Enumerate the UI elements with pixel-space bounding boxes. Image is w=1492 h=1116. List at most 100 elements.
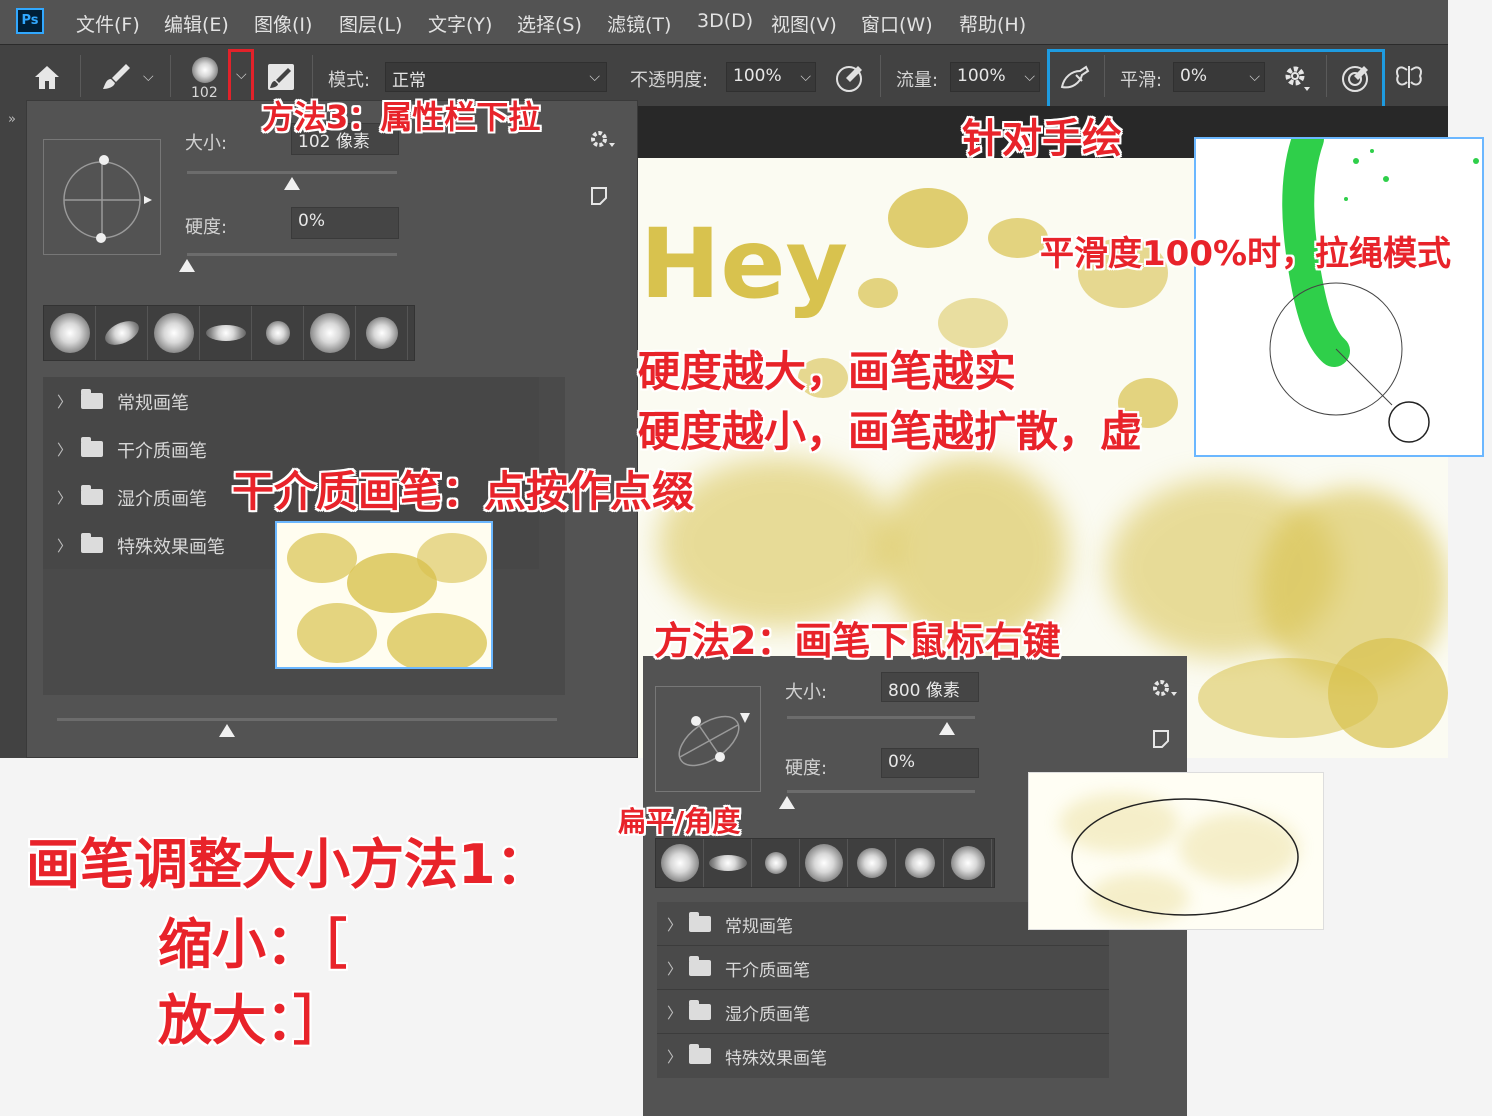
brush-tip[interactable] [304,306,356,360]
chevron-right-icon: 〉 [667,1048,683,1066]
menu-select[interactable]: 选择(S) [517,10,582,37]
new-preset-icon[interactable] [1151,728,1173,750]
brush-settings-icon[interactable] [266,62,298,92]
folder-icon [689,956,711,976]
hardness-label: 硬度: [785,758,828,779]
chevron-right-icon: 〉 [57,537,73,555]
brush-preview[interactable] [192,57,218,83]
folder-icon [689,1044,711,1064]
hardness-slider-thumb[interactable] [779,796,795,809]
size-slider[interactable] [787,716,975,719]
folder-row[interactable]: 〉 干介质画笔 [657,946,1109,990]
folder-icon [81,533,103,553]
hardness-input[interactable]: 0% [881,748,979,778]
size-input[interactable]: 800 像素 [881,672,979,702]
smoothing-label: 平滑: [1120,70,1163,91]
brush-tip[interactable] [96,306,148,360]
folder-label: 干介质画笔 [725,961,810,981]
hardness-slider-thumb[interactable] [179,259,195,272]
size-slider[interactable] [187,171,397,174]
gear-icon[interactable] [589,129,617,151]
size-slider-thumb[interactable] [284,177,300,190]
brush-tip[interactable] [752,839,800,887]
hardness-slider[interactable] [787,790,975,793]
brush-tip[interactable] [252,306,304,360]
symmetry-icon[interactable] [1393,62,1427,92]
brush-angle-widget[interactable] [43,139,161,255]
menu-window[interactable]: 窗口(W) [861,10,933,37]
chevron-right-icon: 〉 [667,960,683,978]
preview-size-slider[interactable] [57,718,557,721]
annotation-handdraw: 针对手绘 [962,116,1122,162]
brush-preset-dropdown[interactable]: ⌵ [228,49,254,105]
folder-row[interactable]: 〉 湿介质画笔 [657,990,1109,1034]
brush-tip[interactable] [704,839,752,887]
chevron-right-icon: 〉 [667,1004,683,1022]
brush-tip[interactable] [944,839,992,887]
mode-select[interactable]: 正常 ⌵ [385,62,607,92]
airbrush-icon[interactable] [1058,63,1092,93]
folder-icon [689,912,711,932]
menu-type[interactable]: 文字(Y) [428,10,492,37]
opacity-label: 不透明度: [630,70,709,91]
menu-image[interactable]: 图像(I) [254,10,312,37]
brush-tip[interactable] [356,306,408,360]
annotation-dry-media: 干介质画笔：点按作点缀 [232,467,695,516]
dry-media-preview [275,521,493,669]
new-preset-icon[interactable] [589,185,611,207]
brush-tip[interactable] [44,306,96,360]
folder-row[interactable]: 〉 常规画笔 [43,377,539,425]
chevron-down-icon: ⌵ [1024,69,1035,85]
ellipse-brush-outline [1071,798,1299,916]
annotation-hardness-1: 硬度越大，画笔越实 [638,347,1017,396]
chevron-right-icon: 〉 [57,393,73,411]
opacity-input[interactable]: 100% ⌵ [726,62,816,92]
gear-icon[interactable] [1282,63,1312,93]
menu-edit[interactable]: 编辑(E) [164,10,229,37]
folder-label: 常规画笔 [725,917,793,937]
brush-tip[interactable] [896,839,944,887]
brush-tip[interactable] [148,306,200,360]
folder-label: 常规画笔 [117,393,189,414]
flow-input[interactable]: 100% ⌵ [950,62,1040,92]
canvas-sample-text: Hey [640,208,849,320]
pressure-size-icon[interactable] [1340,62,1372,94]
chevron-down-icon: ⌵ [589,69,600,85]
annotation-method3: 方法3：属性栏下拉 [262,98,541,136]
brush-tool-icon[interactable] [100,61,134,93]
recent-brush-tips [655,838,995,888]
smoothing-input[interactable]: 0% ⌵ [1173,62,1265,92]
home-icon[interactable] [32,63,62,91]
chevron-down-icon[interactable]: ⌵ [143,69,154,85]
flow-label: 流量: [896,70,939,91]
brush-tip[interactable] [656,839,704,887]
folder-label: 干介质画笔 [117,441,207,462]
folder-icon [81,485,103,505]
menu-file[interactable]: 文件(F) [76,10,140,37]
size-label: 大小: [785,682,828,703]
pressure-opacity-icon[interactable] [834,62,866,94]
preview-size-thumb[interactable] [219,724,235,737]
flow-value: 100% [957,66,1006,86]
folder-row[interactable]: 〉 特殊效果画笔 [657,1034,1109,1078]
brush-tip[interactable] [800,839,848,887]
hardness-slider[interactable] [187,253,397,256]
folder-label: 湿介质画笔 [725,1005,810,1025]
brush-tip[interactable] [200,306,252,360]
menu-layer[interactable]: 图层(L) [339,10,402,37]
folder-label: 湿介质画笔 [117,489,207,510]
folder-icon [81,389,103,409]
size-slider-thumb[interactable] [938,722,955,735]
collapse-icon[interactable]: » [8,112,16,127]
photoshop-logo: Ps [16,8,44,34]
annotation-hardness-2: 硬度越小，画笔越扩散，虚 [638,407,1143,456]
menu-3d[interactable]: 3D(D) [697,10,753,32]
brush-tip[interactable] [848,839,896,887]
hardness-input[interactable]: 0% [291,207,399,239]
size-label: 大小: [185,133,228,154]
menu-view[interactable]: 视图(V) [771,10,837,37]
menu-filter[interactable]: 滤镜(T) [607,10,671,37]
gear-icon[interactable] [1151,678,1179,700]
brush-angle-widget[interactable] [655,686,761,792]
menu-help[interactable]: 帮助(H) [959,10,1026,37]
